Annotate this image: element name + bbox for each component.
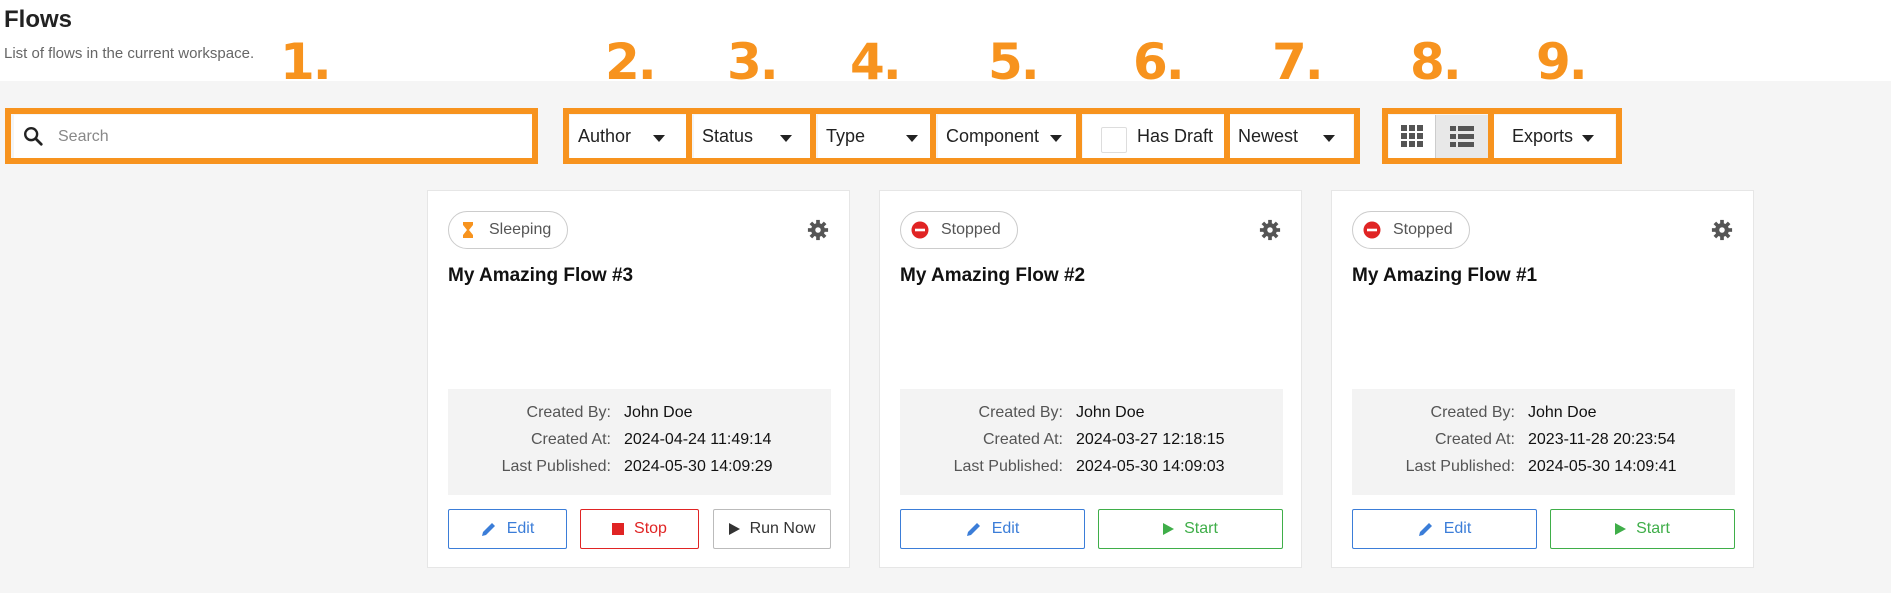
created-by-value: John Doe — [624, 404, 693, 421]
flow-card: Sleeping My Amazing Flow #3 Created By: J… — [427, 190, 850, 568]
flow-name: My Amazing Flow #1 — [1352, 265, 1538, 286]
callout-divider — [810, 108, 816, 164]
callout-number: 1. — [280, 33, 332, 91]
flow-name: My Amazing Flow #2 — [900, 265, 1086, 286]
stop-circle-icon — [911, 221, 929, 239]
status-badge: Stopped — [900, 211, 1018, 249]
stop-circle-icon — [1363, 221, 1381, 239]
stop-button[interactable]: Stop — [580, 509, 699, 549]
edit-button[interactable]: Edit — [1352, 509, 1537, 549]
stop-icon — [612, 523, 625, 535]
edit-button-label: Edit — [1443, 520, 1472, 537]
play-icon — [728, 523, 740, 535]
status-badge: Stopped — [1352, 211, 1470, 249]
stop-button-label: Stop — [634, 520, 667, 537]
callout-number: 3. — [727, 33, 779, 91]
callout-number: 5. — [988, 33, 1040, 91]
last-published-label: Last Published: — [953, 458, 1063, 475]
callout-highlight-filters — [563, 108, 1360, 164]
edit-button[interactable]: Edit — [900, 509, 1085, 549]
created-by-label: Created By: — [1430, 404, 1515, 421]
created-by-value: John Doe — [1528, 404, 1597, 421]
last-published-label: Last Published: — [501, 458, 611, 475]
status-label: Stopped — [1393, 221, 1453, 238]
created-by-label: Created By: — [526, 404, 611, 421]
callout-number: 9. — [1536, 33, 1588, 91]
created-at-value: 2023-11-28 20:23:54 — [1528, 431, 1676, 448]
gear-icon[interactable] — [1711, 219, 1733, 241]
edit-button[interactable]: Edit — [448, 509, 567, 549]
gear-icon[interactable] — [1259, 219, 1281, 241]
status-badge: Sleeping — [448, 211, 569, 249]
status-label: Stopped — [941, 221, 1001, 238]
created-by-label: Created By: — [978, 404, 1063, 421]
created-at-label: Created At: — [982, 431, 1063, 448]
page-title: Flows — [4, 6, 73, 33]
pencil-icon — [966, 523, 980, 536]
flow-metadata: Created By: John Doe Created At: 2024-03-2… — [900, 389, 1283, 495]
callout-highlight-view — [1382, 108, 1622, 164]
flow-card: Stopped My Amazing Flow #2 Created By: Jo… — [879, 190, 1302, 568]
callout-divider — [1224, 108, 1230, 164]
edit-button-label: Edit — [991, 520, 1020, 537]
flow-metadata: Created By: John Doe Created At: 2023-11-2… — [1352, 389, 1735, 495]
start-button-label: Start — [1184, 520, 1218, 537]
callout-divider — [1488, 108, 1494, 164]
callout-number: 6. — [1133, 33, 1185, 91]
start-button[interactable]: Start — [1098, 509, 1283, 549]
gear-icon[interactable] — [807, 219, 829, 241]
callout-divider — [930, 108, 936, 164]
created-at-value: 2024-04-24 11:49:14 — [624, 431, 772, 448]
edit-button-label: Edit — [506, 520, 535, 537]
run-now-button[interactable]: Run Now — [713, 509, 831, 549]
callout-divider — [1076, 108, 1082, 164]
callout-highlight-search — [5, 108, 538, 164]
flow-card: Stopped My Amazing Flow #1 Created By: Jo… — [1331, 190, 1754, 568]
last-published-value: 2024-05-30 14:09:03 — [1076, 458, 1225, 475]
created-by-value: John Doe — [1076, 404, 1145, 421]
page-subtitle: List of flows in the current workspace. — [4, 45, 255, 62]
callout-number: 2. — [605, 33, 657, 91]
play-icon — [1615, 523, 1627, 535]
status-label: Sleeping — [489, 221, 552, 238]
hourglass-icon — [463, 222, 473, 238]
start-button-label: Start — [1636, 520, 1670, 537]
play-icon — [1163, 523, 1175, 535]
pencil-icon — [1418, 523, 1432, 536]
created-at-label: Created At: — [1434, 431, 1515, 448]
start-button[interactable]: Start — [1550, 509, 1735, 549]
run-now-button-label: Run Now — [749, 520, 816, 537]
pencil-icon — [481, 523, 495, 536]
last-published-value: 2024-05-30 14:09:41 — [1528, 458, 1677, 475]
flow-metadata: Created By: John Doe Created At: 2024-04-2… — [448, 389, 831, 495]
callout-number: 4. — [850, 33, 902, 91]
callout-number: 7. — [1272, 33, 1324, 91]
last-published-label: Last Published: — [1405, 458, 1515, 475]
last-published-value: 2024-05-30 14:09:29 — [624, 458, 773, 475]
created-at-label: Created At: — [530, 431, 611, 448]
flow-name: My Amazing Flow #3 — [448, 265, 634, 286]
created-at-value: 2024-03-27 12:18:15 — [1076, 431, 1225, 448]
callout-divider — [686, 108, 692, 164]
callout-number: 8. — [1410, 33, 1462, 91]
